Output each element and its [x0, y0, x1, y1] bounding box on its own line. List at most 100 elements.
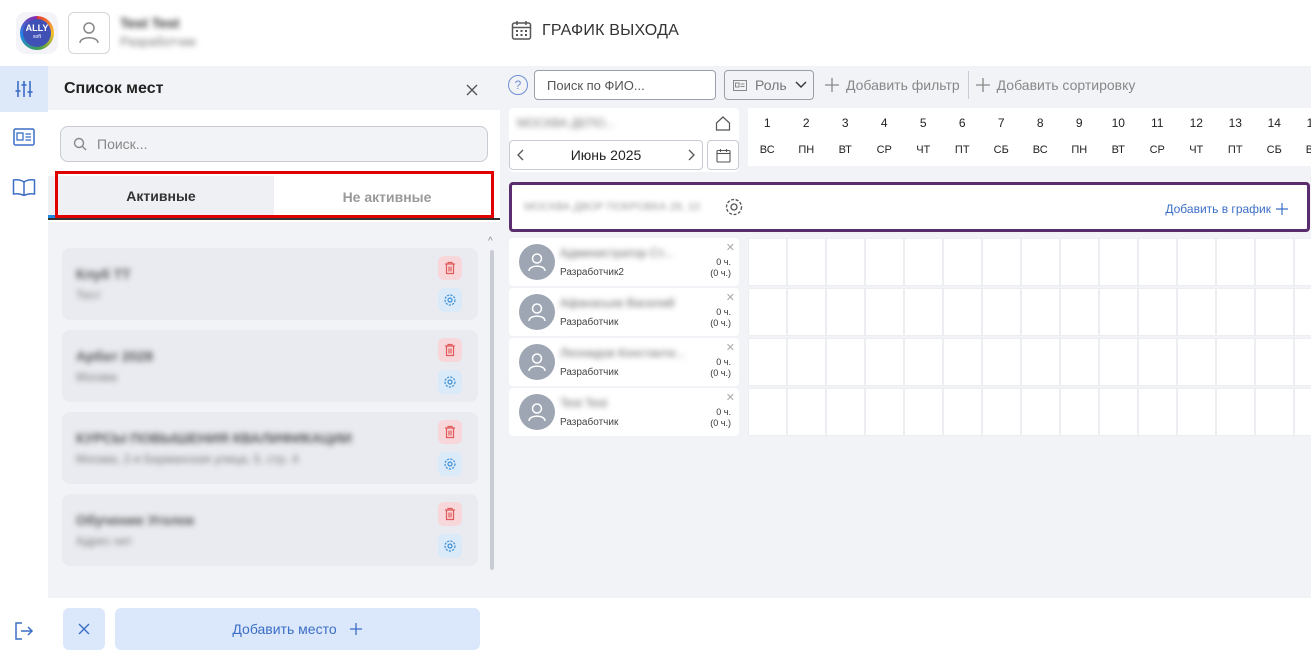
- rail-idcard-button[interactable]: [0, 114, 48, 160]
- scroll-up-icon[interactable]: ^: [488, 236, 493, 247]
- schedule-cell[interactable]: [943, 288, 982, 336]
- places-search-input[interactable]: [97, 136, 457, 152]
- cancel-button[interactable]: [63, 608, 105, 650]
- add-place-button[interactable]: Добавить место: [115, 608, 480, 650]
- scroll-thumb[interactable]: [490, 250, 494, 570]
- schedule-cell[interactable]: [826, 338, 865, 386]
- schedule-cell[interactable]: [826, 238, 865, 286]
- schedule-cell[interactable]: [865, 338, 904, 386]
- gear-icon[interactable]: [724, 197, 744, 217]
- remove-employee-icon[interactable]: ✕: [726, 291, 735, 304]
- schedule-cell[interactable]: [748, 338, 787, 386]
- schedule-cell[interactable]: [865, 238, 904, 286]
- tab-active[interactable]: Активные: [48, 176, 274, 218]
- schedule-cell[interactable]: [1021, 388, 1060, 436]
- schedule-cell[interactable]: [787, 288, 826, 336]
- schedule-cell[interactable]: [982, 288, 1021, 336]
- schedule-cell[interactable]: [1099, 238, 1138, 286]
- employee-row[interactable]: Афанасьев Василий Разработчик ✕ 0 ч. (0 ч.): [509, 288, 739, 336]
- remove-employee-icon[interactable]: ✕: [726, 341, 735, 354]
- place-settings-button[interactable]: [438, 370, 462, 394]
- schedule-cell[interactable]: [1294, 288, 1311, 336]
- remove-employee-icon[interactable]: ✕: [726, 241, 735, 254]
- schedule-cell[interactable]: [1216, 338, 1255, 386]
- schedule-cell[interactable]: [1021, 238, 1060, 286]
- schedule-cell[interactable]: [1294, 388, 1311, 436]
- tab-inactive[interactable]: Не активные: [274, 176, 500, 218]
- places-scrollbar[interactable]: ^: [488, 236, 496, 576]
- place-card[interactable]: Клуб ТТ Тест: [62, 248, 478, 320]
- schedule-cell[interactable]: [826, 388, 865, 436]
- place-settings-button[interactable]: [438, 452, 462, 476]
- schedule-cell[interactable]: [748, 288, 787, 336]
- chevron-left-icon[interactable]: [516, 149, 524, 161]
- schedule-cell[interactable]: [1177, 338, 1216, 386]
- schedule-cell[interactable]: [1216, 388, 1255, 436]
- chevron-right-icon[interactable]: [688, 149, 696, 161]
- schedule-cell[interactable]: [1255, 388, 1294, 436]
- schedule-cell[interactable]: [1255, 238, 1294, 286]
- delete-place-button[interactable]: [438, 502, 462, 526]
- schedule-cell[interactable]: [865, 288, 904, 336]
- remove-employee-icon[interactable]: ✕: [726, 391, 735, 404]
- schedule-cell[interactable]: [1255, 288, 1294, 336]
- schedule-cell[interactable]: [982, 388, 1021, 436]
- schedule-cell[interactable]: [904, 238, 943, 286]
- fio-search-input[interactable]: [547, 77, 707, 93]
- panel-close-button[interactable]: [462, 80, 482, 100]
- schedule-cell[interactable]: [982, 338, 1021, 386]
- schedule-cell[interactable]: [1138, 238, 1177, 286]
- schedule-cell[interactable]: [943, 238, 982, 286]
- schedule-cell[interactable]: [748, 388, 787, 436]
- help-button[interactable]: ?: [508, 75, 528, 95]
- delete-place-button[interactable]: [438, 420, 462, 444]
- delete-place-button[interactable]: [438, 256, 462, 280]
- place-card[interactable]: Арбат 2028 Москва: [62, 330, 478, 402]
- place-card[interactable]: КУРСЫ ПОВЫШЕНИЯ КВАЛИФИКАЦИИ Москва, 2-я…: [62, 412, 478, 484]
- schedule-cell[interactable]: [1138, 388, 1177, 436]
- schedule-cell[interactable]: [1060, 238, 1099, 286]
- schedule-cell[interactable]: [1060, 388, 1099, 436]
- rail-filters-button[interactable]: [0, 66, 48, 112]
- places-search[interactable]: [60, 126, 488, 162]
- schedule-cell[interactable]: [1177, 388, 1216, 436]
- place-settings-button[interactable]: [438, 534, 462, 558]
- schedule-cell[interactable]: [748, 238, 787, 286]
- schedule-cell[interactable]: [1216, 238, 1255, 286]
- role-select[interactable]: Роль: [724, 70, 814, 100]
- schedule-cell[interactable]: [1099, 338, 1138, 386]
- schedule-cell[interactable]: [787, 388, 826, 436]
- schedule-cell[interactable]: [1060, 338, 1099, 386]
- schedule-cell[interactable]: [1021, 288, 1060, 336]
- schedule-cell[interactable]: [787, 238, 826, 286]
- schedule-cell[interactable]: [1216, 288, 1255, 336]
- schedule-cell[interactable]: [904, 388, 943, 436]
- fio-search[interactable]: [534, 70, 716, 100]
- schedule-cell[interactable]: [1255, 338, 1294, 386]
- app-logo[interactable]: ALLY soft: [16, 12, 58, 54]
- schedule-cell[interactable]: [904, 288, 943, 336]
- add-sort-button[interactable]: Добавить сортировку: [975, 77, 1135, 93]
- schedule-cell[interactable]: [787, 338, 826, 386]
- employee-row[interactable]: Администратор Ст... Разработчик2 ✕ 0 ч. (0 ч…: [509, 238, 739, 286]
- employee-row[interactable]: Test Test Разработчик ✕ 0 ч. (0 ч.): [509, 388, 739, 436]
- schedule-cell[interactable]: [1294, 338, 1311, 386]
- schedule-cell[interactable]: [1138, 338, 1177, 386]
- schedule-cell[interactable]: [1177, 238, 1216, 286]
- place-card[interactable]: Обучение Уголок Адрес нет: [62, 494, 478, 566]
- rail-book-button[interactable]: [0, 164, 48, 210]
- schedule-cell[interactable]: [1099, 288, 1138, 336]
- add-to-schedule-button[interactable]: Добавить в график: [1165, 202, 1289, 216]
- employee-row[interactable]: Леонидов Константи... Разработчик ✕ 0 ч. (0 …: [509, 338, 739, 386]
- schedule-cell[interactable]: [904, 338, 943, 386]
- schedule-cell[interactable]: [943, 388, 982, 436]
- schedule-cell[interactable]: [1138, 288, 1177, 336]
- schedule-cell[interactable]: [1099, 388, 1138, 436]
- schedule-cell[interactable]: [1177, 288, 1216, 336]
- place-settings-button[interactable]: [438, 288, 462, 312]
- schedule-cell[interactable]: [1021, 338, 1060, 386]
- schedule-cell[interactable]: [1060, 288, 1099, 336]
- delete-place-button[interactable]: [438, 338, 462, 362]
- schedule-cell[interactable]: [943, 338, 982, 386]
- add-filter-button[interactable]: Добавить фильтр: [824, 77, 960, 93]
